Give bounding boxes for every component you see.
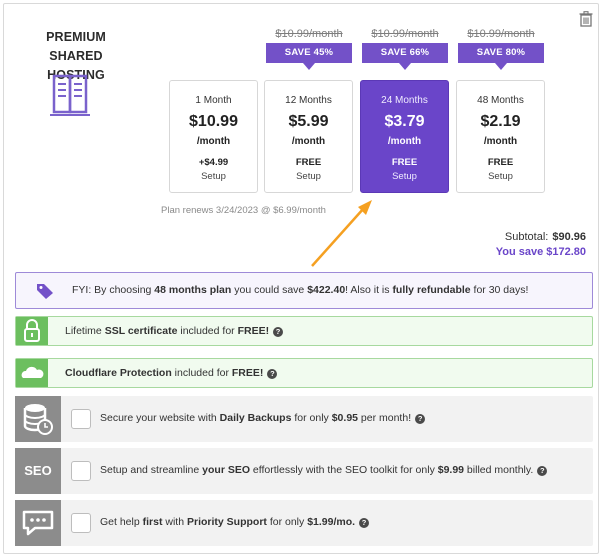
plan-duration: 24 Months [381, 95, 428, 106]
savings-total: You save $172.80 [495, 246, 586, 258]
help-icon[interactable]: ? [415, 414, 426, 424]
addon-seo-toolkit: SEO Setup and streamline your SEO effort… [15, 448, 593, 494]
priority-support-checkbox[interactable] [71, 513, 91, 533]
plan-period: /month [291, 136, 326, 147]
save-badge: SAVE 80% [458, 43, 544, 70]
plan-column-24: $10.99/month SAVE 66% 24 Months $3.79 /m… [360, 14, 450, 194]
hosting-plan-panel: PREMIUM SHARED HOSTING 1 Month $10.99 /m… [3, 3, 599, 554]
daily-backups-checkbox[interactable] [71, 409, 91, 429]
plan-setup-label: Setup [296, 171, 321, 182]
support-chat-icon [15, 500, 61, 546]
original-price: $10.99/month [371, 28, 439, 40]
plan-price: $2.19 [480, 113, 521, 130]
seo-toolkit-checkbox[interactable] [71, 461, 91, 481]
plan-card-48-months[interactable]: 48 Months $2.19 /month FREE Setup [456, 80, 545, 193]
plan-setup-label: Setup [201, 171, 226, 182]
addon-seo-toolkit-text: Setup and streamline your SEO effortless… [100, 464, 548, 476]
plan-period: /month [387, 136, 422, 147]
feature-ssl-text: Lifetime SSL certificate included for FR… [65, 325, 284, 337]
addon-daily-backups-text: Secure your website with Daily Backups f… [100, 412, 426, 424]
cloud-icon [16, 359, 48, 387]
addon-priority-support-text: Get help first with Priority Support for… [100, 516, 370, 528]
plan-column-12: $10.99/month SAVE 45% 12 Months $5.99 /m… [264, 14, 354, 194]
plan-duration: 1 Month [195, 95, 232, 106]
plan-card-12-months[interactable]: 12 Months $5.99 /month FREE Setup [264, 80, 353, 193]
price-tag-icon [37, 284, 53, 299]
plan-renewal-note: Plan renews 3/24/2023 @ $6.99/month [161, 205, 326, 216]
plan-column-1: 1 Month $10.99 /month +$4.99 Setup [169, 14, 259, 194]
original-price: $10.99/month [275, 28, 343, 40]
save-badge: SAVE 45% [266, 43, 352, 70]
help-icon[interactable]: ? [359, 518, 370, 528]
arrow-annotation-icon [311, 200, 372, 267]
fyi-text: FYI: By choosing 48 months plan you coul… [72, 284, 529, 296]
plan-setup-fee: FREE [391, 157, 418, 168]
feature-ssl: Lifetime SSL certificate included for FR… [15, 316, 593, 346]
help-icon[interactable]: ? [267, 369, 278, 379]
plan-price: $5.99 [288, 113, 329, 130]
subtotal: Subtotal: $90.96 [504, 231, 586, 243]
server-icon [50, 74, 90, 116]
subtotal-value: $90.96 [552, 231, 586, 243]
plan-setup-fee: +$4.99 [198, 157, 229, 168]
lock-icon [16, 317, 48, 345]
plan-price: $10.99 [189, 113, 238, 130]
plan-duration: 12 Months [285, 95, 332, 106]
addon-daily-backups: Secure your website with Daily Backups f… [15, 396, 593, 442]
help-icon[interactable]: ? [273, 327, 284, 337]
plan-setup-label: Setup [488, 171, 513, 182]
plan-column-48: $10.99/month SAVE 80% 48 Months $2.19 /m… [456, 14, 546, 194]
plan-duration: 48 Months [477, 95, 524, 106]
plan-setup-fee: FREE [295, 157, 322, 168]
original-price: $10.99/month [467, 28, 535, 40]
save-badge: SAVE 66% [362, 43, 448, 70]
seo-icon: SEO [15, 448, 61, 494]
plan-setup-label: Setup [392, 171, 417, 182]
feature-cloudflare: Cloudflare Protection included for FREE!… [15, 358, 593, 388]
savings-value: $172.80 [546, 246, 586, 258]
plan-card-1-month[interactable]: 1 Month $10.99 /month +$4.99 Setup [169, 80, 258, 193]
plan-period: /month [483, 136, 518, 147]
help-icon[interactable]: ? [537, 466, 548, 476]
trash-icon[interactable] [579, 11, 593, 27]
plan-period: /month [196, 136, 231, 147]
plan-setup-fee: FREE [487, 157, 514, 168]
fyi-banner: FYI: By choosing 48 months plan you coul… [15, 272, 593, 309]
feature-cloudflare-text: Cloudflare Protection included for FREE!… [65, 367, 278, 379]
plan-price: $3.79 [384, 113, 425, 130]
backup-database-icon [15, 396, 61, 442]
plan-card-24-months[interactable]: 24 Months $3.79 /month FREE Setup [360, 80, 449, 193]
addon-priority-support: Get help first with Priority Support for… [15, 500, 593, 546]
